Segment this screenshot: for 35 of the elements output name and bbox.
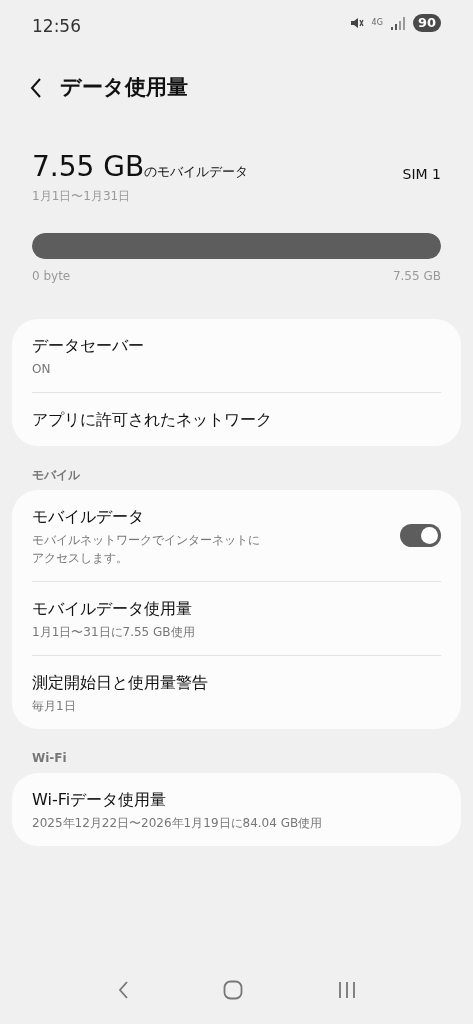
item-title: アプリに許可されたネットワーク <box>32 408 272 431</box>
section-header: Wi-Fi <box>31 749 68 767</box>
home-icon[interactable] <box>223 980 244 1000</box>
settings-item[interactable]: 測定開始日と使用量警告 毎月1日 <box>32 654 441 729</box>
battery-level: 90 <box>412 14 441 32</box>
clock-time: 12:56 <box>32 15 81 38</box>
signal-icon <box>390 16 405 30</box>
usage-label: のモバイルデータ <box>144 164 249 179</box>
settings-item[interactable]: モバイルデータ モバイルネットワークでインターネットにアクセスします。 <box>32 489 441 581</box>
item-subtitle: ON <box>32 360 52 378</box>
item-title: Wi-Fiデータ使用量 <box>32 788 168 811</box>
toggle-switch[interactable] <box>400 524 441 548</box>
min-label: 0 byte <box>32 267 71 285</box>
sim-label: SIM 1 <box>402 165 441 184</box>
usage-amount: 7.55 GB <box>32 150 145 183</box>
item-title: データセーバー <box>32 334 144 357</box>
item-subtitle: 1月1日〜31日に7.55 GB使用 <box>32 623 195 641</box>
settings-item[interactable]: Wi-Fiデータ使用量 2025年12月22日〜2026年1月19日に84.04 GB使用 <box>32 772 441 846</box>
recents-icon[interactable] <box>337 981 356 999</box>
item-title: モバイルデータ使用量 <box>32 597 193 620</box>
mute-icon <box>349 16 364 30</box>
settings-item[interactable]: データセーバー ON <box>32 318 441 392</box>
item-title: モバイルデータ <box>32 505 145 528</box>
max-label: 7.55 GB <box>392 267 441 285</box>
page-title: データ使用量 <box>60 74 188 102</box>
item-subtitle: モバイルネットワークでインターネットにアクセスします。 <box>32 531 261 567</box>
settings-item[interactable]: アプリに許可されたネットワーク <box>32 391 441 446</box>
item-subtitle: 毎月1日 <box>32 697 77 715</box>
network-type: 4G <box>371 19 383 27</box>
settings-item[interactable]: モバイルデータ使用量 1月1日〜31日に7.55 GB使用 <box>32 580 441 655</box>
item-subtitle: 2025年12月22日〜2026年1月19日に84.04 GB使用 <box>32 814 323 832</box>
section-header: モバイル <box>31 466 81 484</box>
item-title: 測定開始日と使用量警告 <box>32 671 208 694</box>
back-icon[interactable] <box>30 78 42 98</box>
usage-period: 1月1日〜1月31日 <box>32 187 132 205</box>
